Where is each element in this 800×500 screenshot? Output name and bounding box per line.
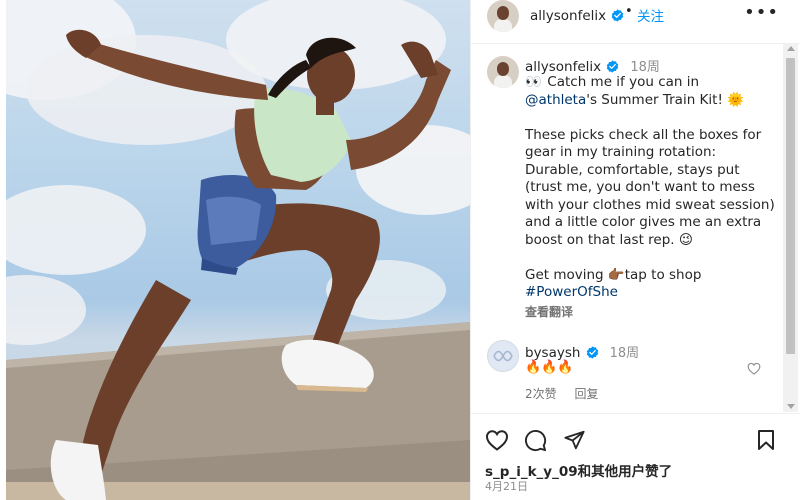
post-date[interactable]: 4月21日	[485, 478, 528, 494]
caption-author-avatar[interactable]	[487, 56, 519, 88]
comment-icon[interactable]	[524, 429, 547, 456]
scroll-up-arrow-icon[interactable]	[787, 46, 795, 51]
caption-author-username[interactable]: allysonfelix	[525, 59, 601, 75]
sun-emoji: 🌞	[727, 91, 744, 108]
more-options-icon[interactable]: •••	[744, 2, 779, 23]
commenter-avatar[interactable]	[487, 340, 519, 372]
athleta-mention-link[interactable]: @athleta	[525, 92, 586, 108]
eyes-emoji: 👀	[525, 74, 542, 90]
comments-section: allysonfelix 18周 👀 Catch me if you can i…	[471, 44, 789, 412]
heart-icon[interactable]	[485, 429, 509, 455]
comment-reply-button[interactable]: 回复	[574, 387, 598, 401]
instagram-post-modal: allysonfelix • 关注 ••• allysonfelix 18周 👀…	[0, 0, 800, 500]
caption-paragraph-2: These picks check all the boxes for gear…	[525, 126, 775, 248]
bysaysh-logo-icon	[493, 350, 513, 362]
verified-badge-icon	[611, 7, 624, 26]
comments-scrollbar[interactable]	[783, 44, 798, 412]
caption-paragraph-1: 👀 Catch me if you can in @athleta's Summ…	[525, 74, 744, 108]
likes-summary[interactable]: s_p_i_k_y_09和其他用户赞了	[485, 460, 672, 480]
athlete-sprinting-image	[6, 0, 470, 500]
comment-text: 🔥🔥🔥	[525, 360, 574, 375]
post-actions-bar: s_p_i_k_y_09和其他用户赞了 4月21日	[471, 413, 800, 500]
post-caption: 👀 Catch me if you can in @athleta's Summ…	[525, 74, 775, 302]
scrollbar-thumb[interactable]	[786, 58, 795, 354]
scroll-down-arrow-icon[interactable]	[787, 404, 795, 409]
comment-like-heart-icon[interactable]	[747, 360, 761, 379]
comment-timestamp[interactable]: 18周	[610, 346, 640, 361]
bookmark-icon[interactable]	[756, 429, 776, 455]
see-translation-button[interactable]: 查看翻译	[525, 303, 573, 320]
author-avatar[interactable]	[487, 0, 519, 32]
verified-badge-icon	[586, 344, 599, 363]
pointing-emoji: 👉🏾	[607, 266, 625, 283]
caption-timestamp[interactable]: 18周	[630, 60, 660, 75]
hashtag-link[interactable]: #PowerOfShe	[525, 284, 618, 300]
post-side-panel: allysonfelix • 关注 ••• allysonfelix 18周 👀…	[470, 0, 800, 500]
author-username[interactable]: allysonfelix	[530, 8, 606, 24]
header-separator: •	[625, 4, 633, 19]
caption-paragraph-3: Get moving 👉🏾tap to shop #PowerOfShe	[525, 266, 702, 301]
comment-likes-count[interactable]: 2次赞	[525, 387, 557, 401]
wink-emoji: 😉	[678, 231, 693, 248]
send-icon[interactable]	[563, 429, 586, 455]
post-header: allysonfelix • 关注 •••	[471, 0, 800, 44]
post-photo[interactable]	[6, 0, 470, 500]
follow-button[interactable]: 关注	[637, 5, 664, 25]
commenter-username[interactable]: bysaysh	[525, 345, 580, 361]
